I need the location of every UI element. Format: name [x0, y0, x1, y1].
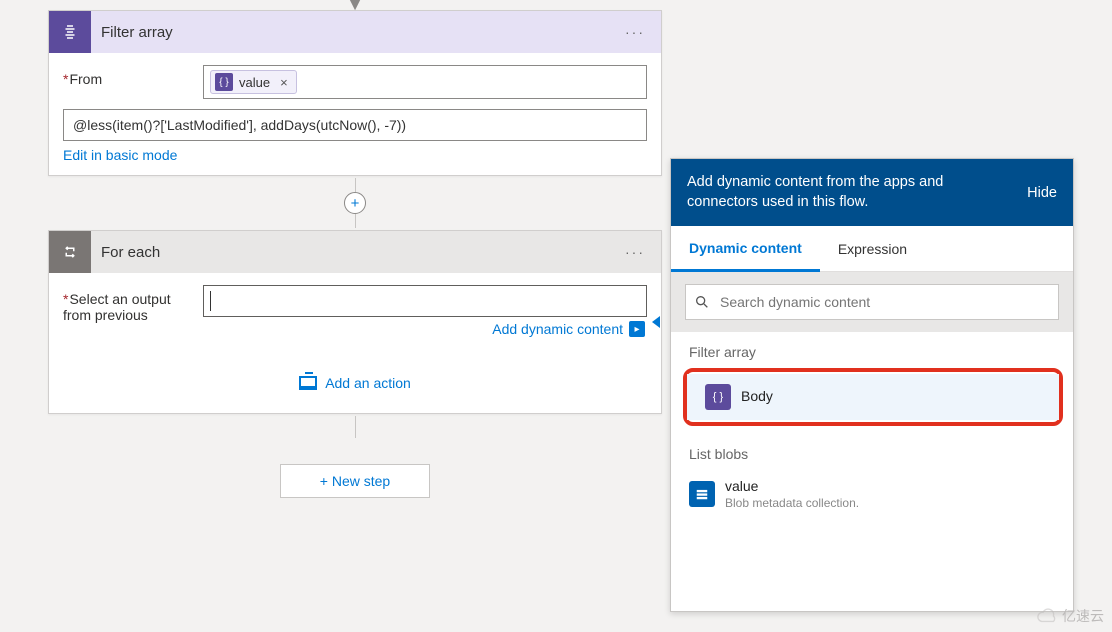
watermark-text: 亿速云: [1062, 606, 1104, 626]
blob-storage-icon: [689, 481, 715, 507]
for-each-icon: [49, 231, 91, 273]
dynamic-content-search-bar: [671, 272, 1073, 332]
search-icon: [694, 294, 710, 310]
watermark: 亿速云: [1036, 606, 1104, 626]
dynamic-content-search[interactable]: [685, 284, 1059, 320]
filter-array-card: Filter array ··· *From { } value × @less…: [48, 10, 662, 176]
dynamic-content-banner: Add dynamic content from the apps and co…: [671, 159, 1073, 226]
value-token-label: value: [239, 75, 270, 90]
add-action-icon: [299, 376, 317, 390]
for-each-card: For each ··· *Select an output from prev…: [48, 230, 662, 414]
dcp-item-body[interactable]: { } Body: [687, 374, 1059, 420]
new-step-button[interactable]: + New step: [280, 464, 430, 498]
add-dynamic-content-link[interactable]: Add dynamic content: [492, 321, 623, 337]
dcp-section-list-blobs: List blobs: [671, 434, 1073, 468]
dcp-item-body-label: Body: [741, 388, 773, 406]
filter-array-title: Filter array: [101, 24, 619, 41]
hide-panel-button[interactable]: Hide: [1027, 185, 1057, 201]
select-output-input[interactable]: [203, 285, 647, 317]
for-each-title: For each: [101, 244, 619, 261]
remove-token-icon[interactable]: ×: [280, 75, 288, 90]
filter-expression-box[interactable]: @less(item()?['LastModified'], addDays(u…: [63, 109, 647, 141]
card-menu-button[interactable]: ···: [619, 24, 651, 40]
from-label: *From: [63, 65, 203, 87]
dcp-section-filter-array: Filter array: [671, 332, 1073, 366]
annotation-highlight: { } Body: [683, 368, 1063, 426]
dynamic-content-panel: Add dynamic content from the apps and co…: [670, 158, 1074, 612]
panel-pointer-icon: [652, 316, 660, 328]
card-menu-button[interactable]: ···: [619, 244, 651, 260]
dynamic-content-toggle-icon[interactable]: ▸: [629, 321, 645, 337]
add-action-button[interactable]: Add an action: [63, 347, 647, 413]
data-operations-icon: { }: [705, 384, 731, 410]
edit-basic-mode-link[interactable]: Edit in basic mode: [63, 147, 647, 163]
dynamic-content-search-input[interactable]: [718, 293, 1050, 311]
filter-array-header[interactable]: Filter array ···: [49, 11, 661, 53]
dynamic-content-banner-text: Add dynamic content from the apps and co…: [687, 173, 987, 212]
for-each-header[interactable]: For each ···: [49, 231, 661, 273]
connector-arrow-icon: ▼: [30, 0, 680, 10]
select-output-label: *Select an output from previous: [63, 285, 203, 323]
tab-dynamic-content[interactable]: Dynamic content: [671, 227, 820, 272]
from-field[interactable]: { } value ×: [203, 65, 647, 99]
text-cursor: [210, 291, 211, 311]
add-action-label: Add an action: [325, 375, 411, 391]
cloud-icon: [1036, 608, 1058, 624]
insert-step-button[interactable]: +: [344, 192, 366, 214]
connector: +: [30, 178, 680, 228]
tab-expression[interactable]: Expression: [820, 226, 925, 271]
dcp-item-value[interactable]: value Blob metadata collection.: [671, 468, 1073, 521]
dynamic-content-tabs: Dynamic content Expression: [671, 226, 1073, 272]
data-operations-icon: { }: [215, 73, 233, 91]
connector: [30, 416, 680, 438]
filter-array-icon: [49, 11, 91, 53]
dcp-item-value-label: value: [725, 478, 859, 496]
value-token[interactable]: { } value ×: [210, 70, 297, 94]
dcp-item-value-desc: Blob metadata collection.: [725, 496, 859, 511]
flow-canvas: ▼ Filter array ··· *From { } value ×: [30, 0, 680, 498]
